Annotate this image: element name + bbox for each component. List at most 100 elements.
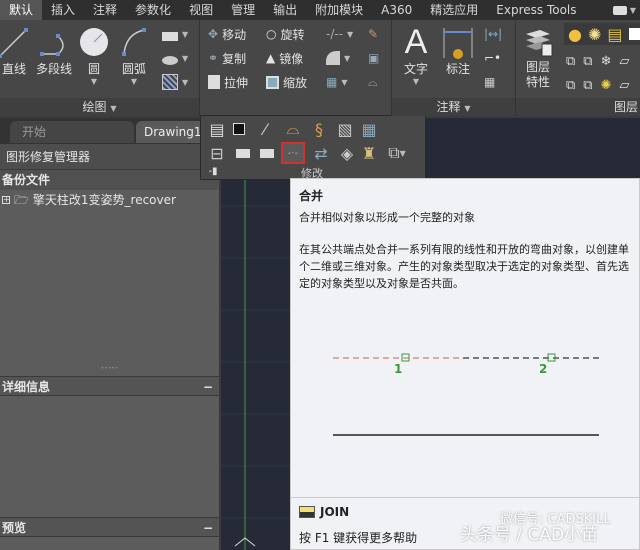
preview-header[interactable]: 预览 − — [0, 517, 219, 537]
array-button[interactable]: ▦ ▼ — [326, 72, 348, 92]
tab-parametric[interactable]: 参数化 — [126, 0, 180, 20]
explode-button[interactable]: ▣ — [368, 48, 379, 68]
move-button[interactable]: ✥ 移动 — [208, 24, 246, 44]
layer-freeze-icon[interactable]: ❄ — [601, 54, 620, 69]
details-header[interactable]: 详细信息 − — [0, 376, 219, 396]
ribbon-minimize-button[interactable]: ▼ — [612, 5, 640, 15]
spline-edit-tool[interactable]: § — [309, 120, 329, 139]
edit-polyline-tool[interactable]: ▤ — [207, 120, 227, 139]
annotation-panel-title[interactable]: 注释 ▼ — [392, 98, 515, 116]
set-bylayer-icon: ◈ — [340, 143, 354, 163]
arc-button[interactable]: 圆弧 ▼ — [112, 24, 156, 86]
text-button[interactable]: A 文字 ▼ — [394, 22, 438, 87]
unlock-icon: ▤ — [607, 24, 623, 44]
copy-nested-tool[interactable]: ⧉ ▼ — [387, 143, 407, 162]
command-name: JOIN — [320, 505, 350, 519]
draw-panel-title[interactable]: 绘图 ▼ — [0, 98, 199, 116]
dimension-label: 标注 — [445, 62, 470, 76]
leader-icon: ⌐• — [484, 51, 502, 65]
linear-dim-button[interactable]: |↔| — [484, 24, 502, 44]
chevron-down-icon: ▼ — [629, 5, 636, 15]
layer-isolate-icon[interactable]: ⧉ — [566, 54, 583, 69]
layer-off-icon[interactable]: ▱ — [620, 54, 638, 69]
ellipse-button[interactable]: ▼ — [162, 48, 188, 68]
splitter-handle[interactable]: ••••• — [0, 366, 219, 374]
backup-file-item[interactable]: + 🗁 擎天柱改1变姿势_recover — [0, 190, 219, 210]
collapse-icon[interactable]: − — [203, 518, 213, 538]
draworder-tool[interactable] — [229, 120, 249, 138]
expand-icon[interactable]: + — [2, 196, 10, 204]
tab-output[interactable]: 输出 — [264, 0, 306, 20]
erase-button[interactable]: ✎ — [368, 24, 378, 44]
polyline-button[interactable]: 多段线 — [32, 24, 76, 77]
tooltip-title: 合并 — [299, 189, 324, 203]
align-tool[interactable]: ⊟ — [207, 143, 227, 163]
dimension-button[interactable]: 标注 — [436, 24, 480, 77]
layer-match-icon[interactable]: ⧉ — [583, 54, 600, 69]
pin-tool[interactable]: -▮ — [203, 164, 223, 178]
mirror-button[interactable]: ▲ 镜像 — [266, 48, 303, 68]
hatch-edit-icon: ▧ — [337, 119, 353, 139]
tab-express-tools[interactable]: Express Tools — [487, 0, 585, 20]
file-tab-start[interactable]: 开始 — [10, 121, 134, 143]
tooltip-separator — [291, 497, 639, 498]
rectangle-button[interactable]: ▼ — [162, 24, 188, 44]
layer-properties-icon — [526, 30, 553, 57]
tab-a360[interactable]: A360 — [372, 0, 421, 20]
stretch-button[interactable]: 拉伸 — [208, 72, 248, 92]
tab-annotate[interactable]: 注释 — [84, 0, 126, 20]
table-button[interactable]: ▦ — [484, 72, 495, 92]
tab-manage[interactable]: 管理 — [222, 0, 264, 20]
copy-button[interactable]: ⚭ 复制 — [208, 48, 246, 68]
fillet-button[interactable]: ▼ — [326, 48, 350, 68]
scale-button[interactable]: 缩放 — [266, 72, 307, 92]
tab-addins[interactable]: 附加模块 — [306, 0, 372, 20]
chevron-down-icon[interactable]: ▼ — [112, 77, 156, 86]
tab-default[interactable]: 默认 — [0, 0, 43, 20]
align-icon: ⊟ — [210, 143, 224, 163]
color-swatch-icon — [628, 28, 640, 40]
tooltip-command: JOIN — [299, 505, 349, 519]
text-icon: A — [404, 22, 428, 61]
break-at-point-tool[interactable] — [233, 144, 253, 162]
hatch-button[interactable]: ▼ — [162, 72, 188, 92]
recovery-manager-title: 图形修复管理器 — [0, 144, 219, 170]
layer-thaw-icon[interactable]: ✺ — [601, 78, 620, 93]
draworder-icon — [233, 123, 245, 135]
ellipse-icon — [162, 55, 178, 65]
file-tab-drawing1[interactable]: Drawing1 — [136, 121, 206, 143]
hatch-edit-tool[interactable]: ▧ — [335, 119, 355, 139]
offset-button[interactable]: ⌓ — [368, 72, 378, 92]
rotate-button[interactable]: ○ 旋转 — [266, 24, 305, 44]
tab-view[interactable]: 视图 — [180, 0, 222, 20]
delete-duplicates-tool[interactable]: ♜ — [359, 144, 379, 163]
layer-dropdown[interactable]: ● ✺ ▤ — [564, 23, 640, 45]
layer-properties-button[interactable]: 图层特性 — [516, 24, 560, 90]
array-edit-tool[interactable]: ▦ — [359, 120, 379, 139]
trim-button[interactable]: -/-- ▼ — [326, 24, 353, 44]
layer-change-icon[interactable]: ⧉ — [583, 78, 600, 93]
ribbon-tab-bar: 默认 插入 注释 参数化 视图 管理 输出 附加模块 A360 精选应用 Exp… — [0, 0, 640, 20]
join-tool[interactable]: -·- — [281, 142, 305, 164]
layers-panel-title[interactable]: 图层 — [516, 98, 640, 116]
break-icon: ⁄ — [263, 119, 267, 139]
chevron-down-icon[interactable]: ▼ — [72, 77, 116, 86]
reverse-tool[interactable]: ⇄ — [311, 143, 331, 163]
break-tool-2[interactable] — [257, 144, 277, 162]
line-button[interactable]: 直线 — [0, 24, 36, 77]
join-tooltip: 合并 合并相似对象以形成一个完整的对象 在其公共端点处合并一系列有限的线性和开放… — [290, 178, 640, 550]
reverse-icon: ⇄ — [314, 143, 328, 163]
layer-on-icon[interactable]: ▱ — [620, 78, 638, 93]
collapse-icon[interactable]: − — [203, 377, 213, 397]
tab-featured-apps[interactable]: 精选应用 — [421, 0, 487, 20]
layer-current-icon[interactable]: ⧉ — [566, 78, 583, 93]
revcloud-tool[interactable]: ⌓ — [283, 119, 303, 138]
modify-flyout: ▤ ⁄ ⌓ § ▧ ▦ ⊟ -·- ⇄ ◈ ♜ ⧉ ▼ -▮ 修改 — [200, 116, 426, 180]
circle-button[interactable]: 圆 ▼ — [72, 24, 116, 86]
copy-icon: ⚭ — [208, 51, 219, 65]
set-bylayer-tool[interactable]: ◈ — [337, 143, 357, 163]
tab-insert[interactable]: 插入 — [42, 0, 84, 20]
break-tool[interactable]: ⁄ — [255, 119, 275, 139]
brush-icon: ✎ — [368, 27, 379, 41]
leader-button[interactable]: ⌐• — [484, 48, 501, 68]
